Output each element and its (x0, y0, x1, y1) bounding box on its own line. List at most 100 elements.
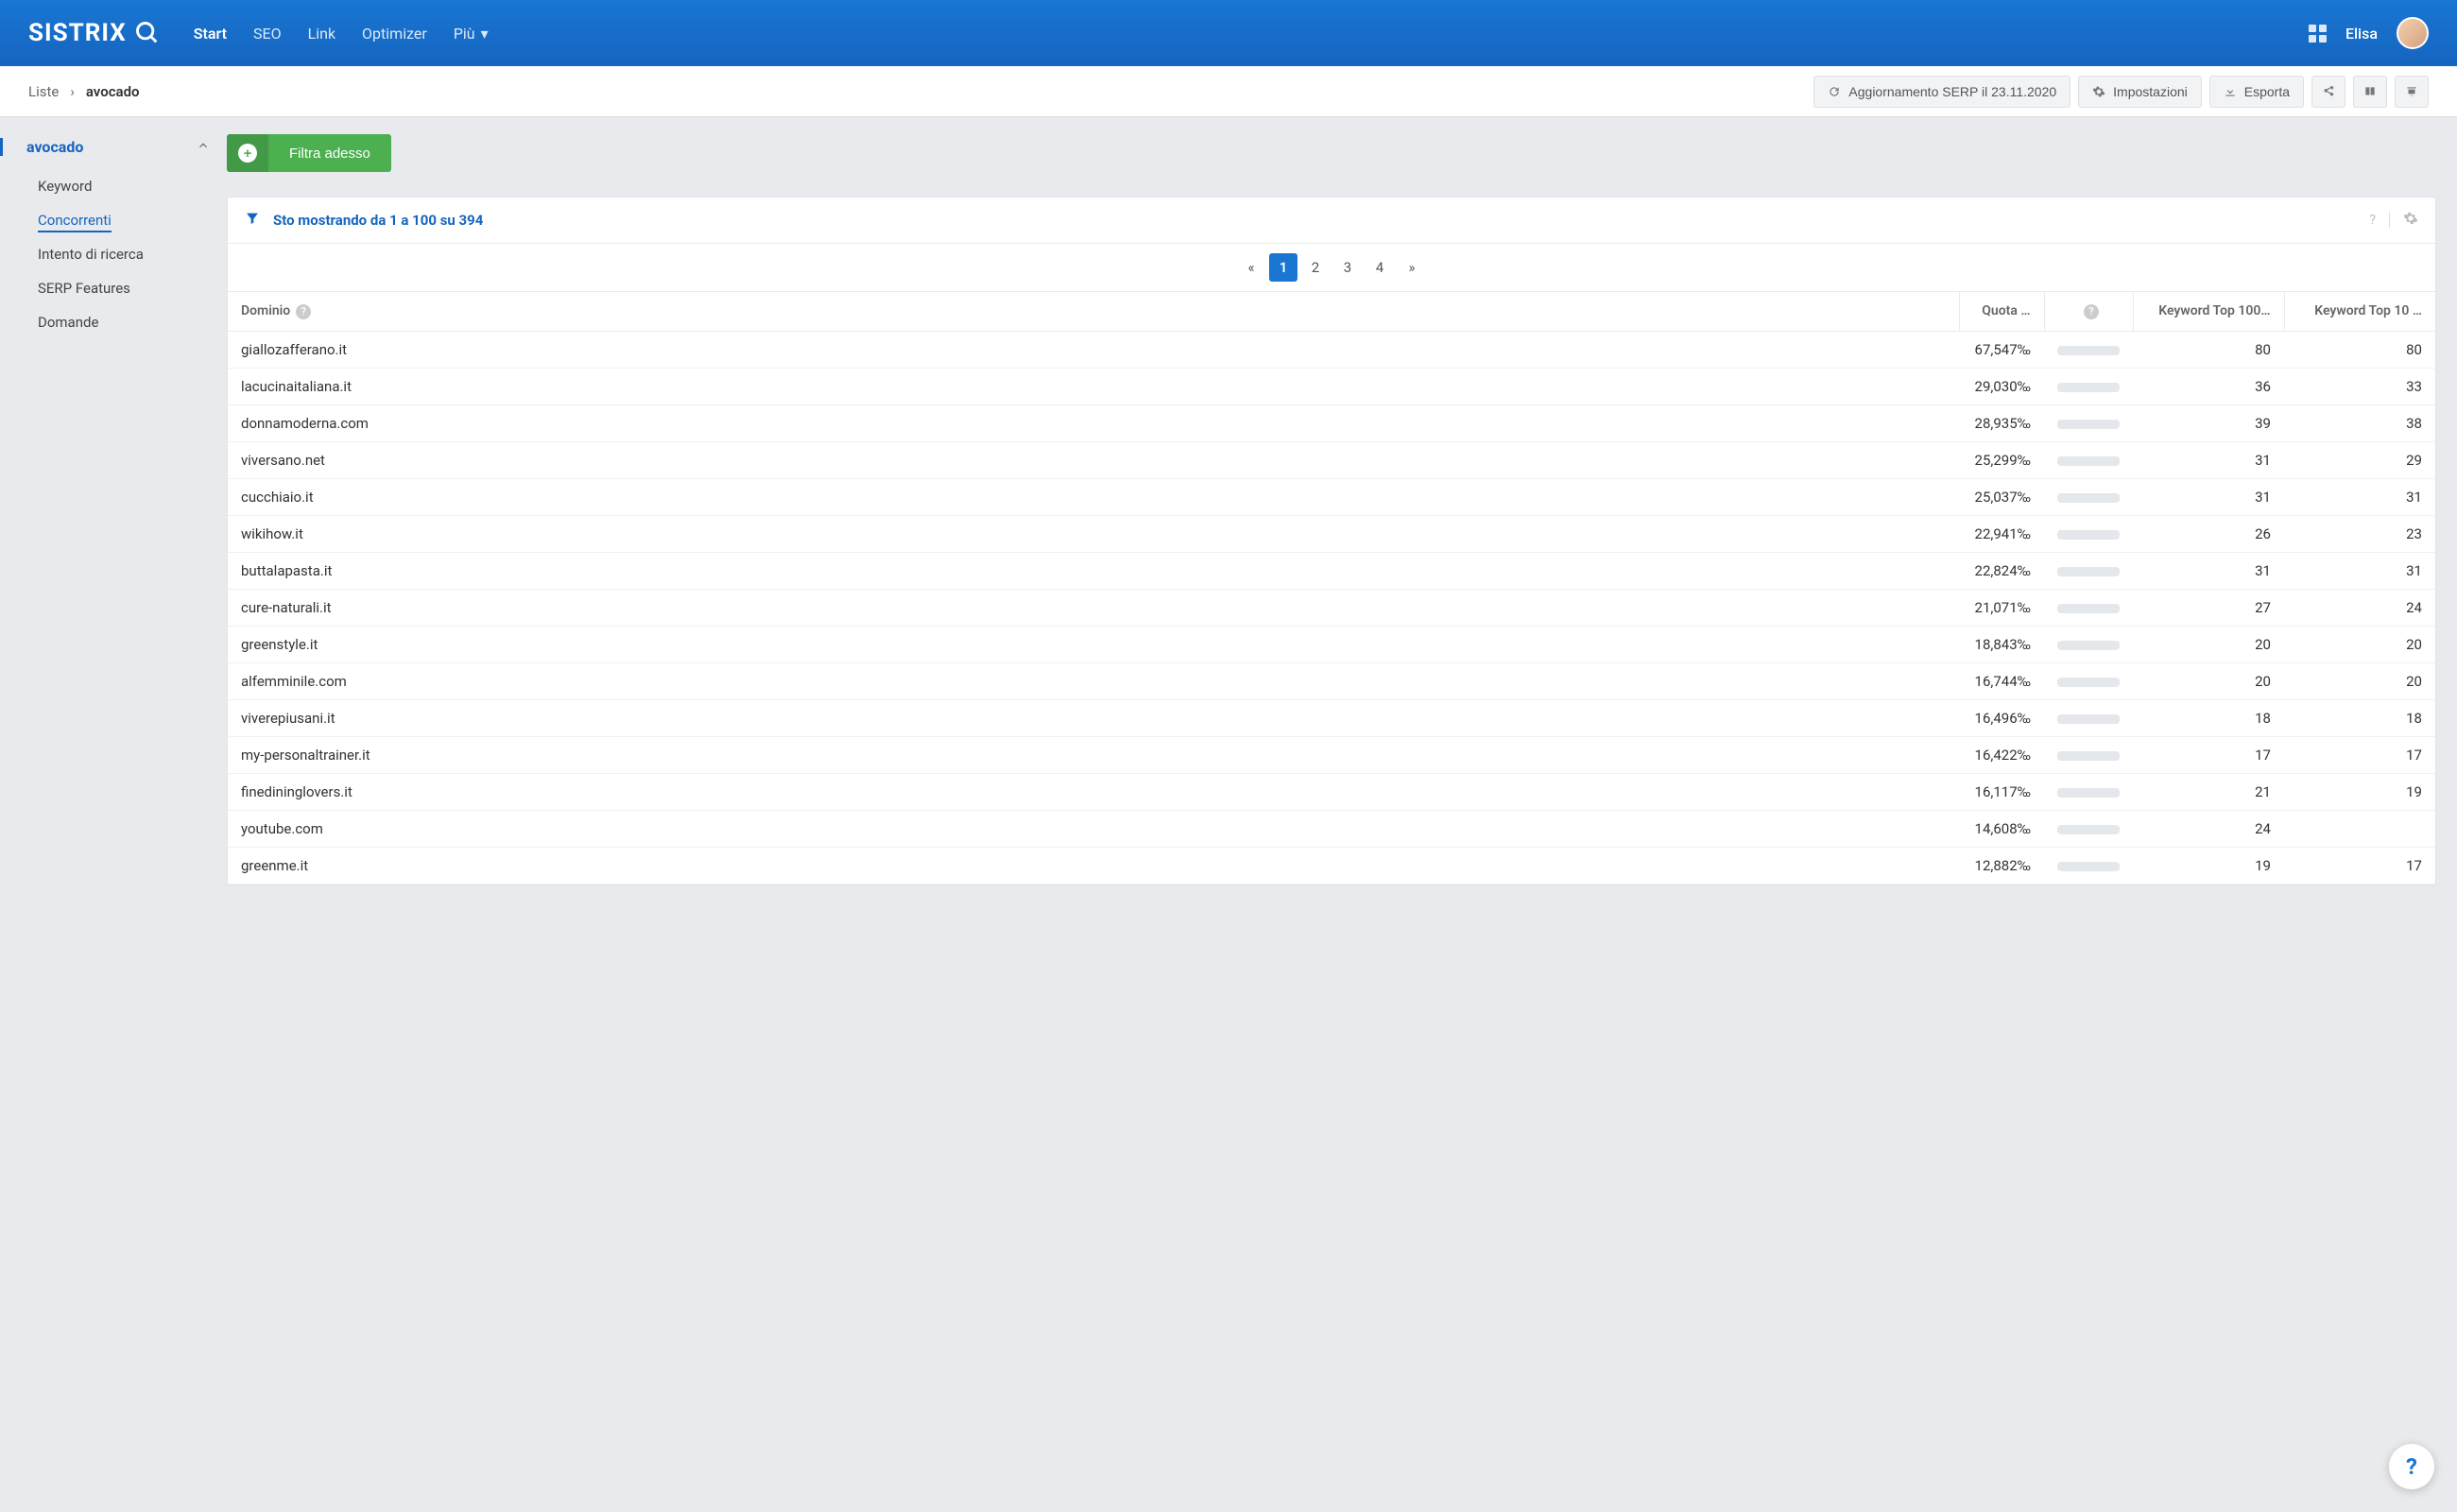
divider (2389, 213, 2390, 228)
cell-domain: viversano.net (228, 441, 1959, 478)
gear-icon[interactable] (2403, 211, 2418, 230)
cell-domain: viverepiusani.it (228, 699, 1959, 736)
page-next[interactable]: » (1398, 253, 1426, 282)
sidebar-item-concorrenti[interactable]: Concorrenti (26, 203, 227, 237)
sidebar-title-row[interactable]: avocado (0, 138, 227, 156)
cell-top10: 23 (2284, 515, 2435, 552)
nav-item-optimizer[interactable]: Optimizer (362, 25, 427, 43)
cell-bar (2044, 552, 2133, 589)
page-1[interactable]: 1 (1269, 253, 1297, 282)
cell-bar (2044, 515, 2133, 552)
cell-bar (2044, 331, 2133, 368)
avatar[interactable] (2397, 17, 2429, 49)
sidebar-title: avocado (26, 138, 83, 156)
table-row[interactable]: greenstyle.it18,843‰2020 (228, 626, 2435, 662)
sidebar-item-domande[interactable]: Domande (26, 305, 227, 339)
table-row[interactable]: alfemminile.com16,744‰2020 (228, 662, 2435, 699)
help-fab[interactable]: ? (2389, 1444, 2434, 1489)
nav-item-più[interactable]: Più▾ (454, 25, 489, 43)
table-row[interactable]: cucchiaio.it25,037‰3131 (228, 478, 2435, 515)
funnel-icon[interactable] (245, 211, 260, 230)
cell-bar (2044, 368, 2133, 404)
cell-top100: 31 (2133, 441, 2284, 478)
table-row[interactable]: viverepiusani.it16,496‰ 1818 (228, 699, 2435, 736)
breadcrumb-root[interactable]: Liste (28, 83, 59, 100)
help-icon[interactable]: ? (296, 304, 311, 319)
settings-button[interactable]: Impostazioni (2078, 76, 2202, 108)
present-button[interactable] (2395, 76, 2429, 108)
table-row[interactable]: viversano.net25,299‰3129 (228, 441, 2435, 478)
col-domain[interactable]: Dominio? (228, 292, 1959, 331)
nav-item-link[interactable]: Link (308, 25, 335, 43)
results-table: Dominio? Quota … ? Keyword Top 100… Keyw… (228, 292, 2435, 885)
table-row[interactable]: youtube.com14,608‰24 (228, 810, 2435, 847)
gear-icon (2092, 85, 2105, 98)
page-4[interactable]: 4 (1366, 253, 1394, 282)
search-icon (134, 20, 161, 46)
cell-domain: lacucinaitaliana.it (228, 368, 1959, 404)
cell-top10 (2284, 810, 2435, 847)
filter-now-button[interactable]: + Filtra adesso (227, 134, 391, 172)
table-row[interactable]: my-personaltrainer.it16,422‰1717 (228, 736, 2435, 773)
page-3[interactable]: 3 (1333, 253, 1362, 282)
page-2[interactable]: 2 (1301, 253, 1330, 282)
share-button[interactable] (2311, 76, 2345, 108)
cell-top100: 31 (2133, 478, 2284, 515)
nav-item-start[interactable]: Start (194, 25, 227, 43)
table-row[interactable]: donnamoderna.com28,935‰3938 (228, 404, 2435, 441)
cell-bar (2044, 699, 2133, 736)
user-name[interactable]: Elisa (2345, 25, 2378, 43)
main-content: + Filtra adesso Sto mostrando da 1 a 100… (227, 117, 2457, 1512)
serp-update-button[interactable]: Aggiornamento SERP il 23.11.2020 (1813, 76, 2070, 108)
logo[interactable]: SISTRIX (28, 19, 161, 47)
sidebar-item-keyword[interactable]: Keyword (26, 169, 227, 203)
table-row[interactable]: finedininglovers.it16,117‰2119 (228, 773, 2435, 810)
col-top10[interactable]: Keyword Top 10 … (2284, 292, 2435, 331)
col-top100[interactable]: Keyword Top 100… (2133, 292, 2284, 331)
cell-domain: cure-naturali.it (228, 589, 1959, 626)
sidebar-item-serp-features[interactable]: SERP Features (26, 271, 227, 305)
cell-top100: 18 (2133, 699, 2284, 736)
cell-bar (2044, 662, 2133, 699)
cell-top10: 18 (2284, 699, 2435, 736)
cell-quota: 21,071‰ (1959, 589, 2044, 626)
help-icon[interactable]: ? (2084, 304, 2099, 319)
export-button[interactable]: Esporta (2209, 76, 2304, 108)
cell-top100: 39 (2133, 404, 2284, 441)
cell-quota: 22,941‰ (1959, 515, 2044, 552)
table-row[interactable]: cure-naturali.it21,071‰2724 (228, 589, 2435, 626)
apps-icon[interactable] (2309, 25, 2327, 43)
cell-quota: 25,037‰ (1959, 478, 2044, 515)
book-button[interactable] (2353, 76, 2387, 108)
table-row[interactable]: wikihow.it22,941‰2623 (228, 515, 2435, 552)
refresh-icon (1828, 85, 1841, 98)
table-row[interactable]: greenme.it12,882‰1917 (228, 847, 2435, 884)
cell-top10: 29 (2284, 441, 2435, 478)
presentation-icon (2405, 85, 2418, 98)
table-row[interactable]: lacucinaitaliana.it29,030‰3633 (228, 368, 2435, 404)
help-icon[interactable]: ? (2369, 213, 2376, 228)
subbar: Liste › avocado Aggiornamento SERP il 23… (0, 66, 2457, 117)
page-first[interactable]: « (1237, 253, 1265, 282)
breadcrumb-current: avocado (86, 83, 140, 100)
pagination: « 1234 » (228, 244, 2435, 292)
cell-domain: buttalapasta.it (228, 552, 1959, 589)
cell-domain: wikihow.it (228, 515, 1959, 552)
cell-top100: 31 (2133, 552, 2284, 589)
cell-domain: giallozafferano.it (228, 331, 1959, 368)
cell-quota: 16,422‰ (1959, 736, 2044, 773)
cell-domain: greenstyle.it (228, 626, 1959, 662)
nav-item-seo[interactable]: SEO (253, 25, 282, 43)
table-row[interactable]: buttalapasta.it22,824‰3131 (228, 552, 2435, 589)
cell-quota: 16,496‰ (1959, 699, 2044, 736)
cell-quota: 28,935‰ (1959, 404, 2044, 441)
col-quota[interactable]: Quota … (1959, 292, 2044, 331)
cell-top10: 19 (2284, 773, 2435, 810)
card-header: Sto mostrando da 1 a 100 su 394 ? (228, 198, 2435, 244)
results-summary: Sto mostrando da 1 a 100 su 394 (273, 212, 483, 229)
cell-domain: cucchiaio.it (228, 478, 1959, 515)
col-bar[interactable]: ? (2044, 292, 2133, 331)
table-row[interactable]: giallozafferano.it67,547‰8080 (228, 331, 2435, 368)
sidebar-item-intento-di-ricerca[interactable]: Intento di ricerca (26, 237, 227, 271)
cell-domain: greenme.it (228, 847, 1959, 884)
